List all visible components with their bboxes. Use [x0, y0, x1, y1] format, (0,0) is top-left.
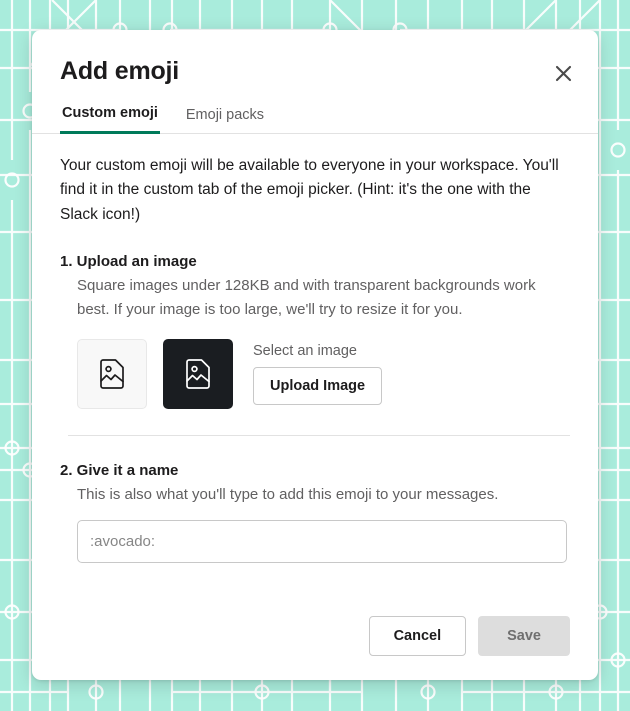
dialog-footer: Cancel Save [368, 616, 570, 656]
tab-custom-emoji[interactable]: Custom emoji [60, 105, 160, 134]
image-placeholder-icon [186, 359, 210, 389]
light-preview-tile[interactable] [77, 338, 147, 409]
tab-emoji-packs[interactable]: Emoji packs [184, 105, 266, 134]
upload-row: Select an image Upload Image [77, 338, 570, 409]
upload-controls: Select an image Upload Image [249, 339, 383, 405]
step-2-title: 2. Give it a name [60, 461, 179, 479]
step-1-description: Square images under 128KB and with trans… [77, 277, 536, 318]
page-title: Add emoji [60, 57, 180, 85]
dialog-header: Add emoji [32, 30, 598, 86]
emoji-name-input[interactable] [77, 520, 567, 564]
step-1-title: 1. Upload an image [60, 253, 197, 271]
dark-preview-tile[interactable] [163, 338, 233, 409]
step-2-description: This is also what you'll type to add thi… [77, 485, 499, 503]
add-emoji-dialog: Add emoji Custom emoji Emoji packs Your … [32, 30, 598, 680]
close-button[interactable] [548, 58, 578, 88]
upload-image-button[interactable]: Upload Image [253, 366, 383, 405]
close-icon [555, 65, 571, 81]
step-give-name: 2. Give it a name This is also what you'… [60, 461, 570, 564]
select-image-label: Select an image [253, 342, 357, 359]
step-upload-image: 1. Upload an image Square images under 1… [60, 253, 570, 409]
section-divider [68, 434, 570, 436]
image-placeholder-icon [100, 359, 124, 389]
dialog-body: Your custom emoji will be available to e… [32, 134, 598, 564]
tab-bar: Custom emoji Emoji packs [32, 86, 598, 134]
intro-text: Your custom emoji will be available to e… [60, 157, 559, 223]
save-button[interactable]: Save [478, 616, 570, 656]
cancel-button[interactable]: Cancel [368, 616, 467, 656]
